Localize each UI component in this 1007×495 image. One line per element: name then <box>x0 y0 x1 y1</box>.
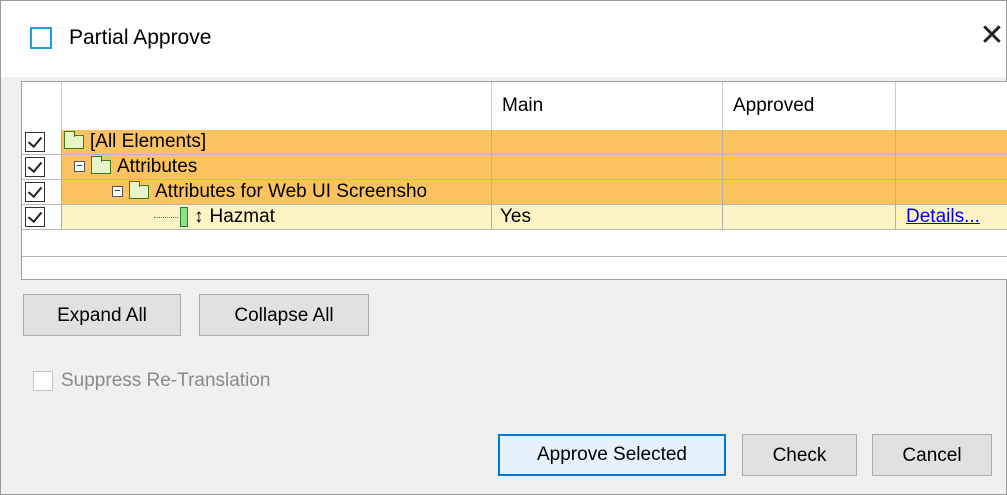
approval-grid: Main Approved [All Elements] − Attributes <box>21 81 1007 280</box>
row-checkbox[interactable] <box>25 182 45 202</box>
table-row[interactable]: ↕ Hazmat Yes Details... <box>22 205 1007 230</box>
tree-connector <box>154 216 178 218</box>
table-row[interactable]: [All Elements] <box>22 130 1007 155</box>
folder-icon <box>129 180 149 199</box>
main-cell: Yes <box>492 205 723 229</box>
suppress-retranslation-option[interactable]: Suppress Re-Translation <box>33 370 270 392</box>
element-name: Attributes for Web UI Screensho <box>155 181 428 202</box>
check-button[interactable]: Check <box>742 434 857 476</box>
cancel-button[interactable]: Cancel <box>872 434 992 476</box>
details-link[interactable]: Details... <box>906 206 980 227</box>
suppress-retranslation-checkbox[interactable] <box>33 370 53 391</box>
expand-all-button[interactable]: Expand All <box>23 294 181 336</box>
window-icon <box>30 27 52 49</box>
link-cell <box>896 155 1007 179</box>
collapse-toggle-icon[interactable]: − <box>74 161 85 173</box>
main-cell <box>492 130 723 154</box>
link-cell: Details... <box>896 205 1007 229</box>
main-cell <box>492 155 723 179</box>
header-main-column[interactable]: Main <box>492 82 723 130</box>
header-approved-column[interactable]: Approved <box>723 82 896 130</box>
suppress-retranslation-label: Suppress Re-Translation <box>61 370 271 391</box>
folder-icon <box>91 155 111 174</box>
window-title: Partial Approve <box>69 26 212 49</box>
main-cell <box>492 180 723 204</box>
element-name: Attributes <box>117 156 198 177</box>
link-cell <box>896 180 1007 204</box>
partial-approve-dialog: Partial Approve ✕ Main Approved [All Ele… <box>0 0 1007 495</box>
close-button[interactable]: ✕ <box>975 18 1007 54</box>
text-height-icon: ↕ <box>194 206 204 227</box>
table-row[interactable]: − Attributes for Web UI Screensho <box>22 180 1007 205</box>
row-check-cell <box>22 180 62 204</box>
approved-cell <box>723 180 896 204</box>
name-cell: ↕ Hazmat <box>62 205 492 229</box>
collapse-toggle-icon[interactable]: − <box>112 186 123 198</box>
collapse-all-button[interactable]: Collapse All <box>199 294 369 336</box>
row-checkbox[interactable] <box>25 157 45 177</box>
folder-icon <box>64 130 84 149</box>
approved-cell <box>723 155 896 179</box>
empty-row <box>22 230 1007 257</box>
element-name: [All Elements] <box>90 131 207 152</box>
header-name-column[interactable] <box>62 82 492 130</box>
row-checkbox[interactable] <box>25 207 45 227</box>
name-cell: − Attributes <box>62 155 492 179</box>
title-bar: Partial Approve ✕ <box>1 1 1006 77</box>
grid-header: Main Approved <box>22 82 1007 131</box>
table-row[interactable]: − Attributes <box>22 155 1007 180</box>
attribute-icon <box>180 207 188 227</box>
header-check-column <box>22 82 62 130</box>
row-check-cell <box>22 130 62 154</box>
approved-cell <box>723 130 896 154</box>
row-check-cell <box>22 205 62 229</box>
approve-selected-button[interactable]: Approve Selected <box>498 434 726 476</box>
name-cell: [All Elements] <box>62 130 492 154</box>
name-cell: − Attributes for Web UI Screensho <box>62 180 492 204</box>
row-checkbox[interactable] <box>25 132 45 152</box>
element-name: Hazmat <box>209 206 275 228</box>
link-cell <box>896 130 1007 154</box>
row-check-cell <box>22 155 62 179</box>
approved-cell <box>723 205 896 229</box>
header-extra-column <box>896 82 1007 130</box>
